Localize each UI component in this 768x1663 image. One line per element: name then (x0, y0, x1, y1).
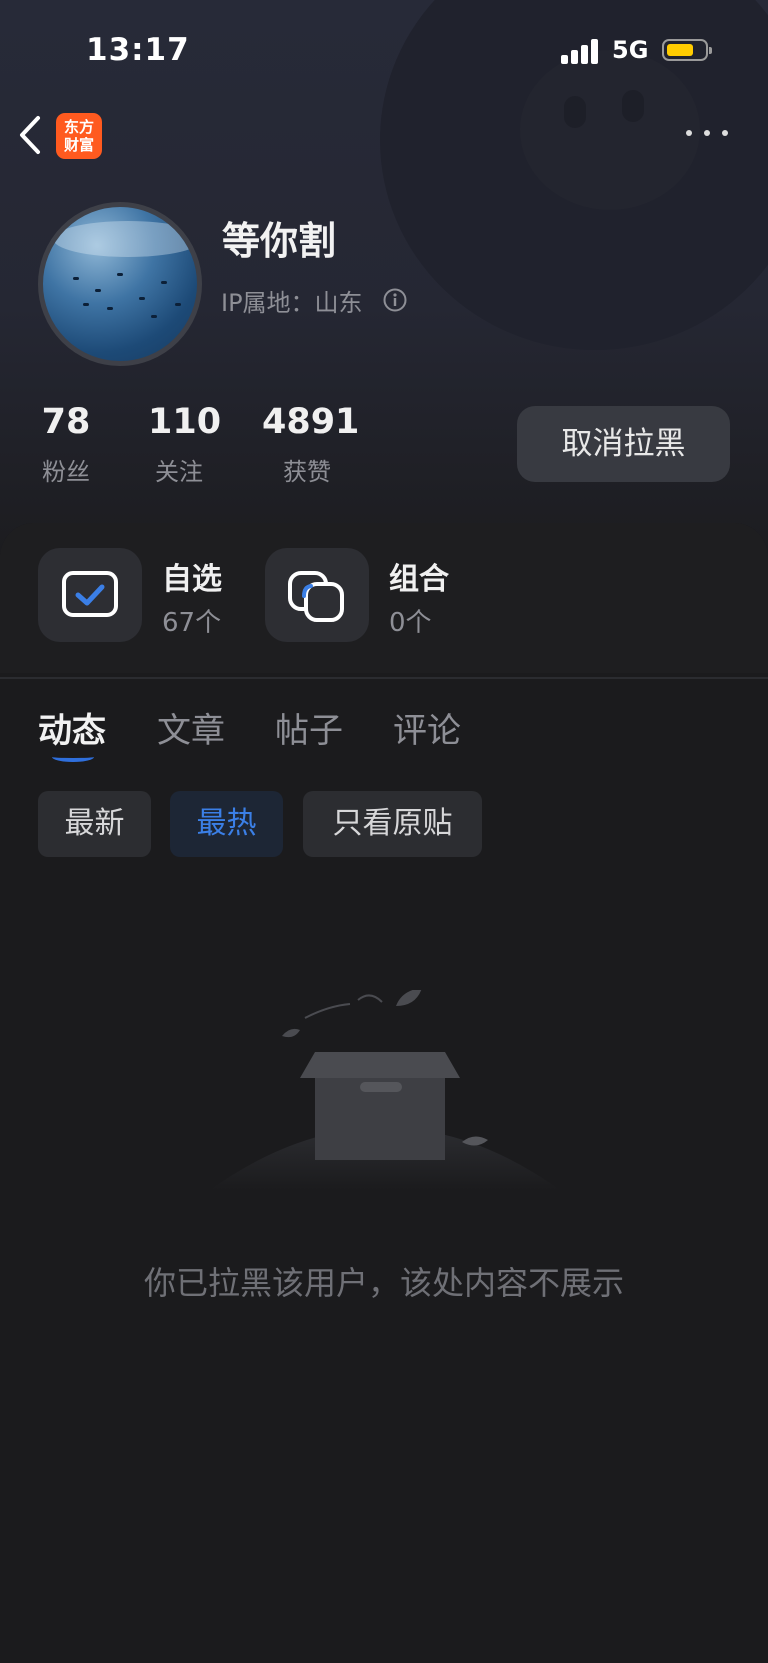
blocked-empty-message: 你已拉黑该用户，该处内容不展示 (143, 1264, 624, 1302)
tab-comments[interactable]: 评论 (393, 703, 461, 752)
tab-posts[interactable]: 帖子 (275, 703, 343, 752)
stat-fans[interactable]: 78 粉丝 (38, 402, 94, 487)
portfolio-title: 组合 (389, 562, 449, 597)
decorative-smiley (520, 50, 700, 210)
stat-following-label: 关注 (155, 458, 203, 486)
username: 等你割 (222, 219, 337, 263)
status-time: 13:17 (86, 32, 190, 68)
watchlist-icon (38, 548, 142, 642)
portfolio-count: 0个 (389, 608, 432, 638)
portfolio-icon (265, 548, 369, 642)
app-logo[interactable]: 东方 财富 (56, 113, 102, 159)
chevron-left-icon (20, 116, 40, 154)
stat-likes-value: 4891 (262, 402, 360, 442)
unblock-button[interactable]: 取消拉黑 (517, 406, 730, 482)
stat-following-value: 110 (148, 402, 222, 442)
tab-articles[interactable]: 文章 (157, 703, 225, 752)
stat-likes-label: 获赞 (283, 458, 331, 486)
filter-hot[interactable]: 最热 (170, 791, 283, 857)
back-button[interactable] (16, 114, 46, 156)
filter-original-only[interactable]: 只看原贴 (303, 791, 482, 857)
section-divider (0, 677, 768, 679)
logo-line-2: 财富 (63, 136, 94, 154)
portfolio-link[interactable]: 组合 0个 (265, 548, 465, 642)
watchlist-link[interactable]: 自选 67个 (38, 548, 238, 642)
more-options-icon[interactable] (684, 126, 730, 140)
signal-icon (561, 38, 601, 64)
tab-activity[interactable]: 动态 (38, 703, 106, 752)
empty-box-illustration (210, 990, 560, 1190)
filter-latest[interactable]: 最新 (38, 791, 151, 857)
ip-location: IP属地：山东 (221, 289, 363, 317)
watchlist-title: 自选 (162, 562, 222, 597)
stat-fans-label: 粉丝 (42, 458, 90, 486)
stat-likes[interactable]: 4891 获赞 (262, 402, 360, 487)
watchlist-count: 67个 (162, 608, 222, 638)
active-tab-indicator (52, 752, 94, 762)
info-icon[interactable] (383, 288, 407, 312)
stat-following[interactable]: 110 关注 (148, 402, 222, 487)
logo-line-1: 东方 (63, 118, 94, 136)
network-type: 5G (612, 36, 649, 64)
avatar[interactable] (38, 202, 202, 366)
battery-icon (662, 39, 712, 61)
stat-fans-value: 78 (41, 402, 91, 442)
